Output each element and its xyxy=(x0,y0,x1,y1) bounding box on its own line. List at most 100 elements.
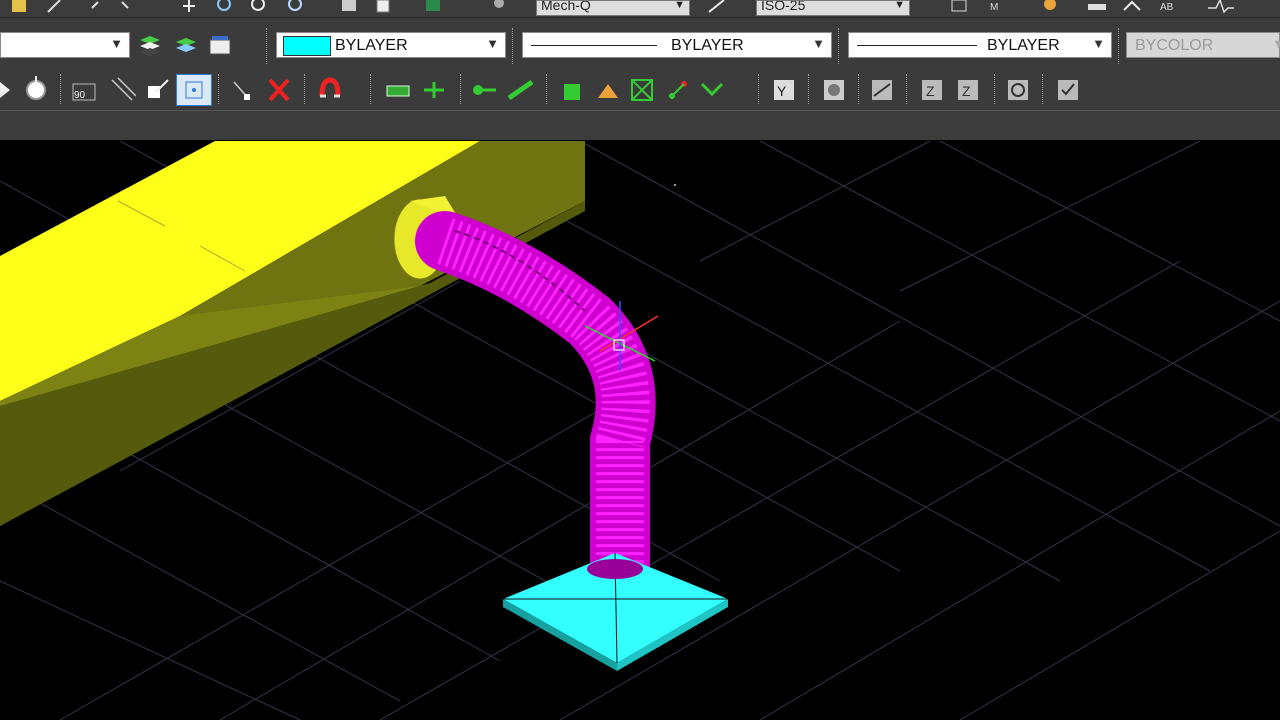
lineweight-combo[interactable]: BYLAYER ▼ xyxy=(848,32,1112,58)
lineweight-value: BYLAYER xyxy=(987,37,1060,54)
separator xyxy=(758,74,761,104)
tag-icon[interactable] xyxy=(628,76,656,104)
snap-perpendicular-icon[interactable]: 90 xyxy=(70,76,98,104)
svg-text:90: 90 xyxy=(74,90,86,101)
separator xyxy=(994,74,997,104)
redo-icon[interactable] xyxy=(118,0,136,14)
mech-settings-icon[interactable] xyxy=(1004,76,1032,104)
chevron-down-icon: ▼ xyxy=(110,36,123,51)
match-icon[interactable] xyxy=(490,0,508,14)
duct-icon[interactable] xyxy=(384,76,412,104)
snap-toolbar: 90 Y Z Z xyxy=(0,70,1280,110)
svg-text:AB: AB xyxy=(1160,2,1174,13)
pipe-icon[interactable] xyxy=(470,76,498,104)
zoom-icon[interactable] xyxy=(216,0,236,14)
layer-states-icon[interactable] xyxy=(138,34,162,56)
snap-node-icon[interactable] xyxy=(176,74,212,106)
chevron-down-icon: ▼ xyxy=(894,0,905,11)
mech-tee-icon[interactable] xyxy=(868,76,896,104)
color-swatch xyxy=(283,36,331,56)
spell-icon[interactable] xyxy=(1086,0,1108,14)
dimstyle-icon[interactable] xyxy=(706,0,728,14)
elevation-icon[interactable] xyxy=(594,76,622,104)
text-icon[interactable]: AB xyxy=(1158,0,1180,14)
tool-icon[interactable] xyxy=(1040,0,1062,14)
fitting-icon[interactable] xyxy=(558,76,586,104)
dimstyle-combo[interactable]: Mech-Q ▼ xyxy=(536,0,690,16)
osnap-settings-icon[interactable] xyxy=(316,76,344,104)
save-icon[interactable] xyxy=(340,0,358,14)
lineweight-preview xyxy=(857,45,977,46)
render-icon[interactable] xyxy=(424,0,442,14)
mech-check-icon[interactable] xyxy=(1054,76,1082,104)
top-toolbar: Mech-Q ▼ ISO-25 ▼ M AB xyxy=(0,0,1280,18)
dimstyle-value: Mech-Q xyxy=(541,0,591,13)
move-icon[interactable] xyxy=(180,0,198,14)
separator xyxy=(838,28,841,64)
snap-extension-icon[interactable] xyxy=(144,76,172,104)
separator xyxy=(546,74,549,104)
ceiling-diffuser[interactable] xyxy=(503,552,728,671)
layer-manager-icon[interactable] xyxy=(208,34,232,56)
separator xyxy=(60,74,63,104)
mech-insert-icon[interactable]: Z xyxy=(954,76,982,104)
plotstyle-value: BYCOLOR xyxy=(1135,37,1214,54)
layer-icon[interactable] xyxy=(10,0,28,14)
separator xyxy=(304,74,307,104)
undo-icon[interactable] xyxy=(88,0,106,14)
textstyle-combo[interactable]: ISO-25 ▼ xyxy=(756,0,910,16)
svg-text:M: M xyxy=(990,2,998,13)
zoom-window-icon[interactable] xyxy=(286,0,306,14)
plotstyle-combo: BYCOLOR ▼ xyxy=(1126,32,1280,58)
wave-icon[interactable] xyxy=(1206,0,1236,14)
color-combo[interactable]: BYLAYER ▼ xyxy=(276,32,506,58)
edit-icon[interactable] xyxy=(46,0,64,14)
mech-elbow-icon[interactable]: Z xyxy=(918,76,946,104)
chevron-down-icon: ▼ xyxy=(486,36,499,51)
toolbar-spacer xyxy=(0,110,1280,140)
chevron-down-icon: ▼ xyxy=(1092,36,1105,51)
pipe-slope-icon[interactable] xyxy=(506,76,534,104)
chevron-down-icon: ▼ xyxy=(674,0,685,11)
textstyle-value: ISO-25 xyxy=(761,0,806,13)
snap-none-icon[interactable] xyxy=(264,76,294,104)
mech-door-icon[interactable] xyxy=(820,76,848,104)
flex-duct[interactable] xyxy=(415,211,656,601)
model-canvas xyxy=(0,141,1280,720)
linetype-value: BYLAYER xyxy=(671,37,744,54)
svg-text:Z: Z xyxy=(962,83,971,99)
grid-icon[interactable] xyxy=(950,0,970,14)
separator xyxy=(460,74,463,104)
properties-toolbar: ▼ BYLAYER ▼ BYLAYER ▼ BYLAYER ▼ BYCOLOR … xyxy=(0,18,1280,70)
branch-icon[interactable] xyxy=(664,76,692,104)
separator xyxy=(1118,28,1121,64)
drawing-viewport[interactable] xyxy=(0,141,1280,720)
svg-text:Z: Z xyxy=(926,83,935,99)
layer-previous-icon[interactable] xyxy=(174,34,198,56)
snap-parallel-icon[interactable] xyxy=(108,76,136,104)
color-value: BYLAYER xyxy=(335,37,408,54)
mech-text-icon[interactable] xyxy=(698,76,726,104)
linetype-combo[interactable]: BYLAYER ▼ xyxy=(522,32,832,58)
duct-connect-icon[interactable] xyxy=(420,76,448,104)
separator xyxy=(858,74,861,104)
separator xyxy=(808,74,811,104)
mech-edit-icon[interactable]: Y xyxy=(770,76,798,104)
svg-text:Y: Y xyxy=(777,83,787,99)
separator xyxy=(1042,74,1045,104)
separator xyxy=(218,74,221,104)
chart-icon[interactable] xyxy=(1122,0,1144,14)
layer-combo[interactable]: ▼ xyxy=(0,32,130,58)
separator xyxy=(512,28,515,64)
zoom-realtime-icon[interactable] xyxy=(250,0,270,14)
snap-center-icon[interactable] xyxy=(24,76,50,102)
linetype-preview xyxy=(531,45,657,46)
snap-endpoint-icon[interactable] xyxy=(0,78,14,102)
snap-nearest-icon[interactable] xyxy=(228,76,256,104)
separator xyxy=(370,74,373,104)
measure-icon[interactable]: M xyxy=(988,0,1014,14)
chevron-down-icon: ▼ xyxy=(812,36,825,51)
chevron-down-icon: ▼ xyxy=(1272,36,1280,51)
properties-icon[interactable] xyxy=(374,0,392,14)
separator xyxy=(266,28,269,64)
